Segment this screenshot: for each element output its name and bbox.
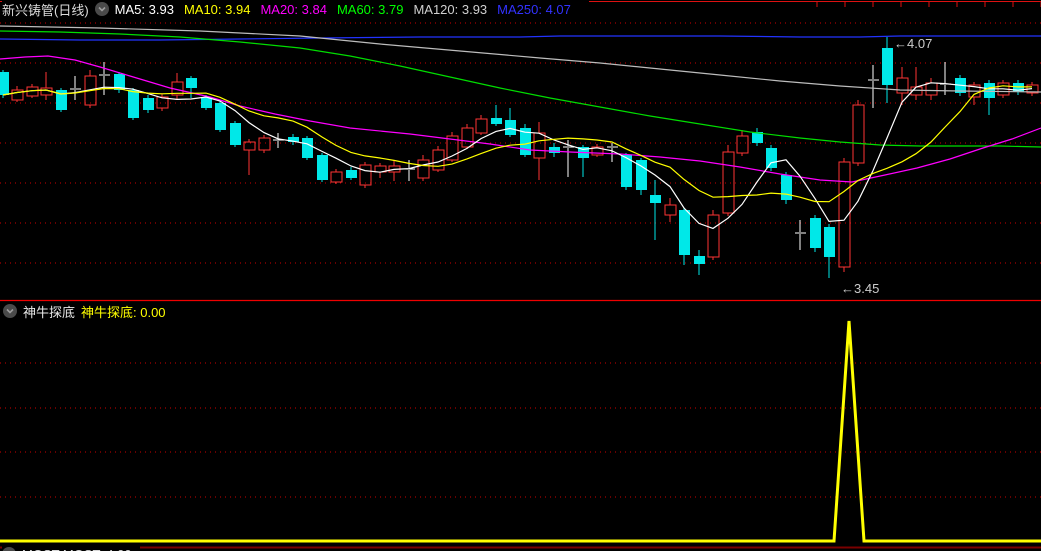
main-chart-header: 新兴铸管(日线) MA5: 3.93 MA10: 3.94 MA20: 3.84 MA…	[2, 1, 589, 18]
bottom-indicator-label: MOST MOST: 4.00	[22, 547, 132, 551]
indicator-value: 神牛探底: 0.00	[81, 304, 166, 320]
ma-label-ma20: MA20: 3.84	[260, 1, 327, 17]
price-annotation: ←4.07	[894, 36, 932, 51]
price-annotation: ←3.45	[841, 281, 879, 296]
chevron-down-icon[interactable]	[94, 2, 109, 16]
ma-label-ma120: MA120: 3.93	[413, 1, 488, 17]
stock-chart-window: ←4.07 ←3.45 新兴铸管(日线) MA5: 3.93 MA10: 3.94 M…	[0, 0, 1041, 551]
indicator-name: 神牛探底	[23, 304, 76, 320]
bottom-panel-header: MOST MOST: 4.00	[2, 546, 140, 551]
ma-label-ma5: MA5: 3.93	[114, 1, 174, 17]
stock-title: 新兴铸管(日线)	[2, 2, 89, 18]
indicator-header: 神牛探底 神牛探底: 0.00	[3, 303, 174, 320]
ma-values: MA5: 3.93 MA10: 3.94 MA20: 3.84 MA60: 3.79 M…	[115, 2, 581, 17]
ma-label-ma60: MA60: 3.79	[336, 1, 404, 17]
bottom-chevron-down-icon[interactable]	[2, 547, 16, 551]
ma-label-ma250: MA250: 4.07	[497, 1, 571, 17]
indicator-chevron-down-icon[interactable]	[3, 304, 17, 318]
chart-canvas[interactable]: ←4.07 ←3.45	[0, 0, 1041, 551]
ma-label-ma10: MA10: 3.94	[183, 1, 251, 17]
